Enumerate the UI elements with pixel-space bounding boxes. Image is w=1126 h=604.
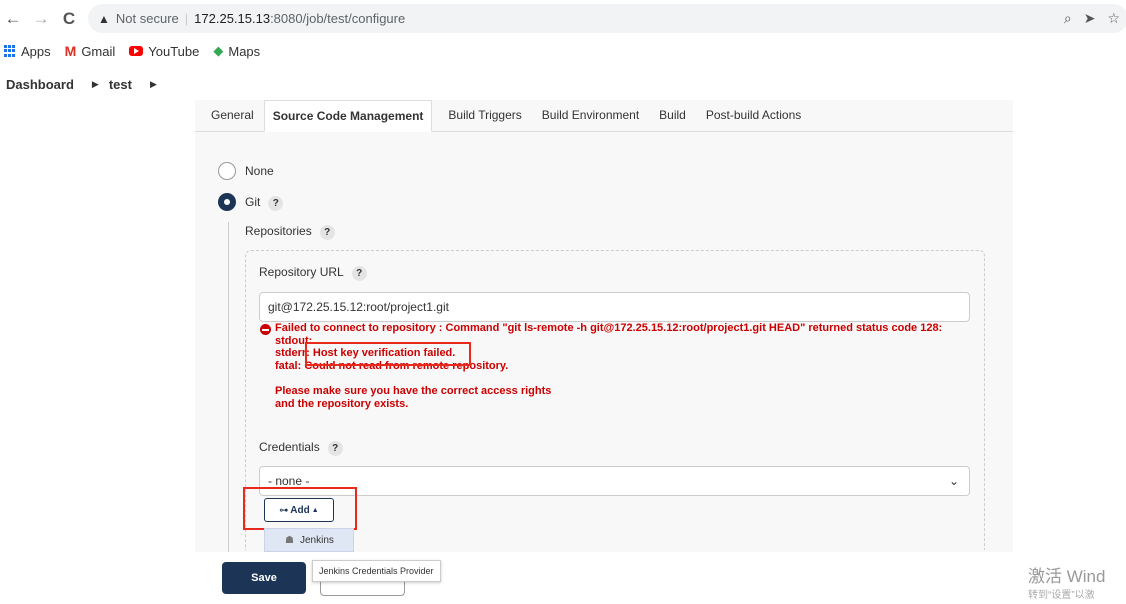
bookmark-gmail[interactable]: M Gmail (65, 43, 116, 59)
scm-none-radio[interactable] (218, 162, 236, 180)
zoom-icon[interactable]: ⌕ (1064, 10, 1072, 27)
repositories-label: Repositories? (245, 224, 335, 240)
bookmark-label: Apps (21, 43, 51, 59)
tab-general[interactable]: General (201, 108, 264, 131)
save-button[interactable]: Save (222, 562, 306, 594)
credentials-label-text: Credentials (259, 440, 320, 454)
section-divider (228, 222, 229, 552)
chevron-down-icon: ⌄ (948, 474, 959, 488)
address-bar[interactable]: ▲ Not secure | 172.25.15.13 :8080/job/te… (88, 4, 1126, 33)
bookmark-youtube[interactable]: YouTube (129, 44, 199, 59)
bookmark-label: Gmail (81, 43, 116, 59)
url-path: :8080/job/test/configure (270, 11, 406, 26)
credentials-label: Credentials? (259, 440, 343, 456)
activation-watermark-sub: 转到“设置”以激 (1028, 590, 1095, 601)
activation-watermark: 激活 Wind (1028, 567, 1106, 586)
tab-source-code-management[interactable]: Source Code Management (263, 100, 433, 132)
tab-build[interactable]: Build (649, 108, 696, 131)
separator: | (184, 11, 189, 26)
tab-build-triggers[interactable]: Build Triggers (438, 108, 531, 131)
highlight-box (305, 342, 471, 366)
error-line: and the repository exists. (275, 397, 409, 410)
not-secure-label: Not secure (115, 11, 179, 26)
repo-url-label: Repository URL? (259, 265, 367, 281)
scm-none-label: None (245, 164, 274, 178)
repo-url-label-text: Repository URL (259, 265, 344, 279)
bookmark-label: Maps (228, 43, 261, 59)
breadcrumb-job[interactable]: test (109, 77, 132, 92)
star-icon[interactable]: ☆ (1107, 10, 1120, 27)
bookmark-maps[interactable]: ◆ Maps (213, 43, 260, 59)
breadcrumb-dashboard[interactable]: Dashboard (6, 77, 74, 92)
breadcrumb: Dashboard ▶ test ▶ (0, 65, 171, 103)
gmail-icon: M (64, 43, 77, 59)
add-menu-jenkins[interactable]: ☗ Jenkins (264, 528, 354, 552)
error-message: Failed to connect to repository : Comman… (262, 322, 982, 410)
jenkins-icon: ☗ (285, 534, 294, 546)
add-menu-jenkins-label: Jenkins (299, 534, 334, 546)
chevron-right-icon[interactable]: ▶ (150, 79, 157, 90)
credentials-value: - none - (268, 474, 310, 488)
add-credentials-button[interactable]: ⊶ Add ▲ (264, 498, 334, 522)
tooltip: Jenkins Credentials Provider (312, 560, 441, 582)
youtube-icon (129, 46, 144, 56)
key-icon: ⊶ (279, 504, 289, 515)
tab-post-build-actions[interactable]: Post-build Actions (696, 108, 811, 131)
url-host: 172.25.15.13 (194, 11, 271, 26)
git-label-text: Git (245, 195, 261, 209)
scm-git-radio[interactable] (218, 193, 236, 211)
credentials-select[interactable]: - none - ⌄ (259, 466, 970, 496)
forward-icon[interactable]: → (30, 9, 52, 29)
back-icon[interactable]: ← (2, 9, 24, 29)
chevron-right-icon[interactable]: ▶ (92, 79, 99, 90)
help-icon[interactable]: ? (268, 196, 284, 211)
bookmark-apps[interactable]: Apps (4, 44, 51, 59)
help-icon[interactable]: ? (351, 266, 367, 281)
maps-icon: ◆ (213, 43, 224, 58)
reload-icon[interactable]: C (58, 9, 80, 29)
error-line: Please make sure you have the correct ac… (275, 385, 552, 397)
help-icon[interactable]: ? (327, 441, 343, 456)
warning-icon: ▲ (98, 11, 110, 26)
config-tabs: General Source Code Management Build Tri… (195, 100, 1013, 132)
share-icon[interactable]: ➤ (1084, 10, 1096, 27)
bookmark-label: YouTube (148, 43, 200, 59)
add-label: Add (290, 504, 310, 516)
tab-build-environment[interactable]: Build Environment (532, 108, 649, 131)
browser-toolbar: ← → C ▲ Not secure | 172.25.15.13 :8080/… (0, 0, 1126, 37)
scm-git-label: Git? (245, 195, 284, 211)
error-line: Failed to connect to repository : Comman… (275, 322, 943, 334)
help-icon[interactable]: ? (319, 225, 335, 240)
apps-grid-icon (4, 45, 16, 57)
caret-up-icon: ▲ (311, 506, 319, 514)
repo-url-input[interactable]: git@172.25.15.12:root/project1.git (259, 292, 970, 322)
repositories-label-text: Repositories (245, 224, 312, 238)
bookmarks-bar: Apps M Gmail YouTube ◆ Maps (0, 37, 1126, 65)
